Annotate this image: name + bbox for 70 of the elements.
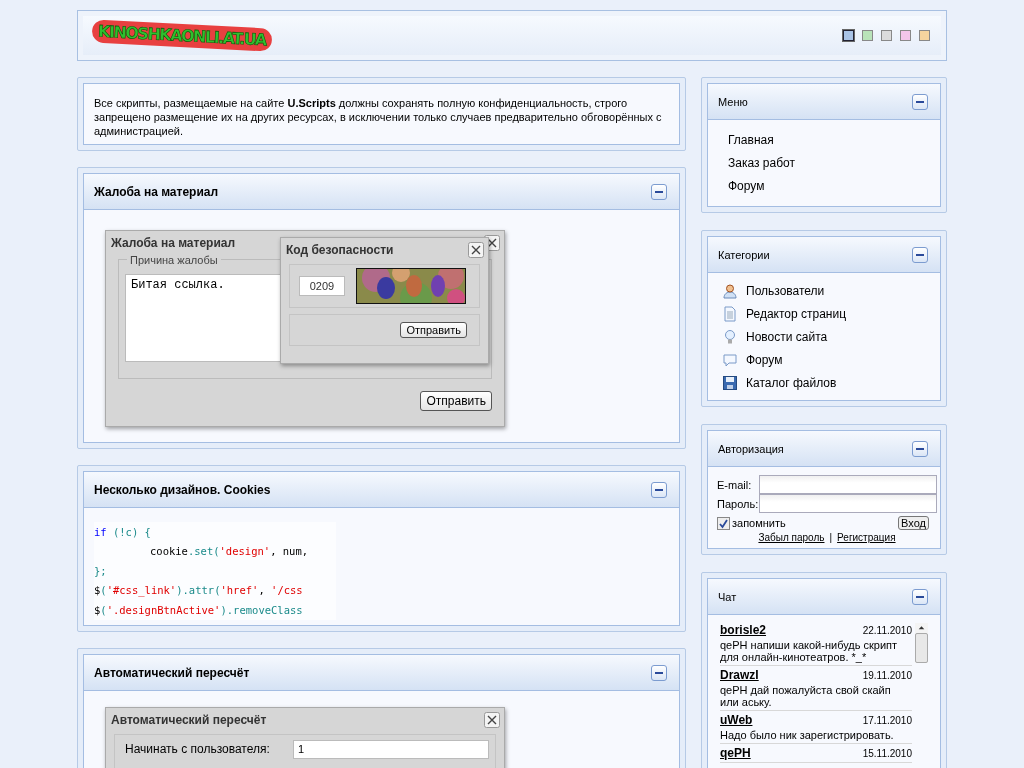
code-line: $('#css_link').attr('href', '/css <box>94 583 303 599</box>
code-line: $('.designBtnActive').removeClass <box>94 602 303 618</box>
message-text: qePH дай пожалуйста свой скайп или аську. <box>720 684 892 708</box>
code-line: }; <box>94 563 107 579</box>
remember-checkbox[interactable] <box>717 516 730 530</box>
password-field[interactable] <box>759 494 937 513</box>
collapse-button[interactable] <box>912 93 928 110</box>
document-icon <box>722 306 738 322</box>
panel-title: Меню <box>718 95 748 108</box>
message-date: 19.11.2010 <box>862 670 912 681</box>
dialog-title: Код безопасности <box>286 243 394 257</box>
register-link[interactable]: Регистрация <box>837 532 896 543</box>
message-date: 17.11.2010 <box>862 715 912 726</box>
author-link[interactable]: DrawzI <box>720 668 759 682</box>
speech-bubble-icon <box>722 352 738 368</box>
collapse-button[interactable] <box>912 588 928 605</box>
collapse-button[interactable] <box>912 246 928 263</box>
field-label: Пароль: <box>717 497 759 510</box>
collapse-button[interactable] <box>651 481 667 498</box>
menu-link[interactable]: Форум <box>728 178 920 194</box>
captcha-input[interactable]: 0209 <box>299 276 345 296</box>
close-icon[interactable] <box>468 242 484 258</box>
forgot-password-link[interactable]: Забыл пароль <box>758 532 825 543</box>
panel-title: Жалоба на материал <box>94 184 219 199</box>
code-line: if (!c) { <box>94 524 151 540</box>
panel-title: Несколько дизайнов. Cookies <box>94 482 271 497</box>
dialog-title: Автоматический пересчёт <box>111 713 267 727</box>
collapse-button[interactable] <box>651 664 667 681</box>
scrollbar[interactable] <box>915 623 928 663</box>
field-label: Начинать с пользователя: <box>125 742 270 756</box>
field-label: E-mail: <box>717 478 752 491</box>
category-link[interactable]: Форум <box>746 352 783 368</box>
category-link[interactable]: Каталог файлов <box>746 375 837 391</box>
panel-title: Авторизация <box>718 442 784 455</box>
collapse-button[interactable] <box>912 440 928 457</box>
author-link[interactable]: qePH <box>720 746 751 760</box>
panel-title: Чат <box>718 590 737 603</box>
design-swatch[interactable] <box>843 30 854 41</box>
close-icon[interactable] <box>484 712 500 728</box>
author-link[interactable]: borisle2 <box>720 623 767 637</box>
message-text: qePH напиши какой-нибудь скрипт для онлайн-кинотеатров. *_* <box>720 639 899 663</box>
email-field[interactable] <box>759 475 937 494</box>
design-swatch[interactable] <box>862 30 873 41</box>
category-link[interactable]: Новости сайта <box>746 329 828 345</box>
login-button[interactable]: Вход <box>898 516 929 530</box>
checkbox-label: запомнить <box>732 517 786 529</box>
category-link[interactable]: Пользователи <box>746 283 825 299</box>
author-link[interactable]: uWeb <box>720 713 753 727</box>
notice-text: Все скрипты, размещаемые на сайте U.Scripts должны сохранять полную конфиденциальность, строго запрещено размещение их на других ресурсах, в исключении только случаев предварительно обговорённых с администрацией. <box>94 96 663 138</box>
message-date: 22.11.2010 <box>862 625 912 636</box>
submit-button[interactable]: Отправить <box>400 322 467 338</box>
fieldset-legend: Причина жалобы <box>127 254 221 266</box>
input-field[interactable]: 1 <box>293 739 489 759</box>
dialog-title: Жалоба на материал <box>111 236 236 250</box>
lightbulb-icon <box>722 329 738 345</box>
message-text: Надо было ник зарегистрировать. <box>720 729 895 741</box>
code-line: cookie.set('design', num, <box>149 544 309 560</box>
panel-title: Категории <box>718 248 770 261</box>
menu-link[interactable]: Главная <box>728 132 920 148</box>
submit-button[interactable]: Отправить <box>420 391 492 411</box>
menu-link[interactable]: Заказ работ <box>728 155 920 171</box>
collapse-button[interactable] <box>651 183 667 200</box>
message-date: 15.11.2010 <box>862 748 912 759</box>
design-swatch[interactable] <box>919 30 930 41</box>
link-separator: | <box>829 532 833 543</box>
category-link[interactable]: Редактор страниц <box>746 306 847 322</box>
panel-title: Автоматический пересчёт <box>94 665 250 680</box>
design-swatch[interactable] <box>881 30 892 41</box>
user-icon <box>722 283 738 299</box>
design-swatch[interactable] <box>900 30 911 41</box>
